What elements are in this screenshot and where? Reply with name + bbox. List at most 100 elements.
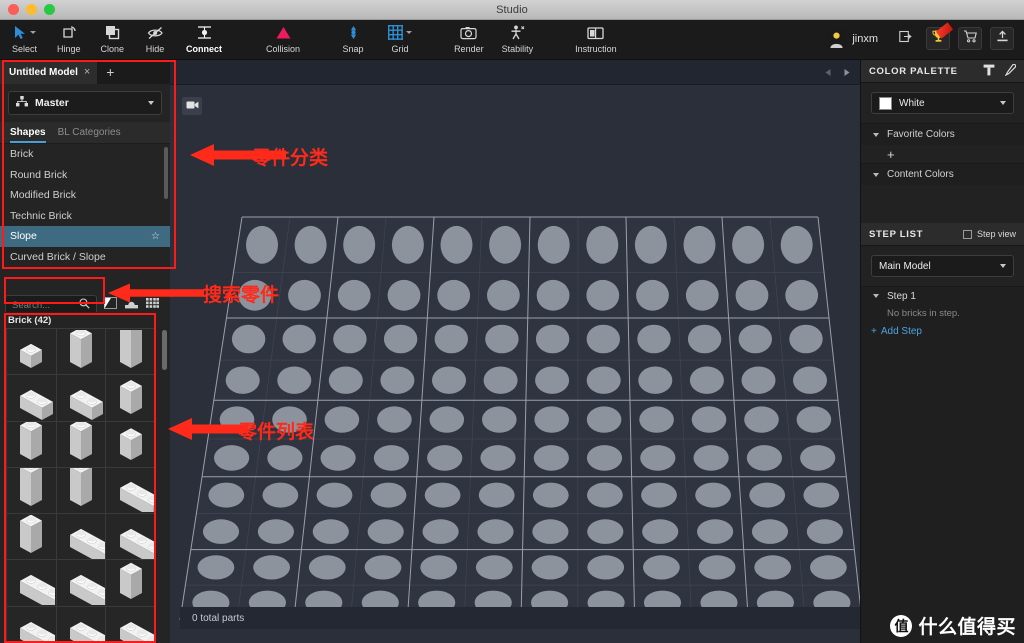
user-name: jinxm: [852, 32, 878, 45]
part-thumbnail[interactable]: [106, 375, 155, 421]
toolbar-item-snap[interactable]: Snap: [336, 20, 370, 60]
chevron-down-icon[interactable]: [873, 294, 879, 298]
share-icon: [899, 30, 913, 48]
chevron-down-icon[interactable]: [873, 172, 879, 177]
category-item-brick[interactable]: Brick: [0, 144, 170, 165]
toolbar-item-render[interactable]: Render: [448, 20, 490, 60]
group-favorite-colors[interactable]: Favorite Colors: [861, 123, 1024, 145]
paint-bucket-icon[interactable]: [983, 64, 995, 79]
clone-icon: [105, 23, 120, 42]
category-label: Technic Brick: [10, 209, 72, 222]
toolbar-item-grid[interactable]: Grid: [382, 20, 418, 60]
chevron-down-icon[interactable]: [29, 31, 36, 34]
part-thumbnail[interactable]: [7, 467, 56, 513]
model-selector[interactable]: Main Model: [871, 255, 1014, 277]
part-thumbnail[interactable]: [56, 467, 106, 513]
favorite-colors-body: +: [861, 145, 1024, 163]
camera-view-icon: [186, 97, 199, 115]
part-thumbnail[interactable]: [7, 421, 56, 467]
chevron-down-icon[interactable]: [148, 101, 154, 105]
prev-arrow-icon[interactable]: [820, 64, 836, 80]
category-item-curved-brick-slope[interactable]: Curved Brick / Slope: [0, 247, 170, 268]
part-thumbnail[interactable]: [106, 606, 155, 642]
part-thumbnail[interactable]: [56, 606, 106, 642]
parts-grid[interactable]: [6, 328, 156, 643]
step-item-1[interactable]: Step 1: [861, 286, 1024, 305]
toolbar-item-collision[interactable]: Collision: [260, 20, 306, 60]
color-swatch: [879, 96, 892, 110]
part-thumbnail[interactable]: [106, 514, 155, 560]
camera-icon: [460, 23, 477, 42]
category-item-round-brick[interactable]: Round Brick: [0, 165, 170, 186]
step-list-header: STEP LIST Step view: [861, 223, 1024, 246]
toolbar-label: Grid: [391, 44, 409, 54]
search-input[interactable]: [12, 299, 75, 311]
group-label: Content Colors: [887, 169, 954, 180]
share-button[interactable]: [894, 27, 918, 50]
part-thumbnail[interactable]: [56, 375, 106, 421]
toolbar-label: Hinge: [57, 44, 81, 54]
toolbar-item-hinge[interactable]: Hinge: [51, 20, 87, 60]
chevron-down-icon[interactable]: [406, 31, 413, 34]
chevron-down-icon[interactable]: [1000, 264, 1006, 268]
grid-icon: [388, 23, 413, 42]
master-selector[interactable]: Master: [8, 91, 162, 115]
part-thumbnail[interactable]: [56, 560, 106, 606]
part-thumbnail[interactable]: [56, 421, 106, 467]
color-palette-tools: [983, 63, 1017, 79]
parts-scrollbar[interactable]: [162, 330, 167, 370]
part-thumbnail[interactable]: [106, 421, 155, 467]
tab-bl-categories[interactable]: BL Categories: [58, 127, 121, 143]
category-item-modified-brick[interactable]: Modified Brick: [0, 185, 170, 206]
eyedropper-icon[interactable]: [1004, 63, 1017, 79]
toolbar-item-select[interactable]: Select: [6, 20, 43, 60]
close-icon[interactable]: ×: [84, 66, 90, 78]
part-thumbnail[interactable]: [106, 560, 155, 606]
master-selector-value: Master: [35, 97, 69, 109]
chevron-down-icon[interactable]: [873, 132, 879, 137]
part-thumbnail[interactable]: [56, 514, 106, 560]
camera-view-button[interactable]: [182, 97, 202, 115]
category-label: Round Brick: [10, 168, 68, 181]
part-thumbnail[interactable]: [7, 375, 56, 421]
toolbar-item-instruction[interactable]: Instruction: [569, 20, 623, 60]
tab-shapes[interactable]: Shapes: [10, 127, 46, 143]
part-thumbnail[interactable]: [7, 606, 56, 642]
trophy-button[interactable]: [926, 22, 954, 50]
part-thumbnail[interactable]: [7, 560, 56, 606]
part-thumbnail[interactable]: [7, 514, 56, 560]
part-thumbnail[interactable]: [106, 467, 155, 513]
annotation-arrow-parts-list: [168, 418, 248, 440]
total-parts-label: 0 total parts: [192, 612, 245, 624]
toolbar-item-stability[interactable]: Stability: [496, 20, 540, 60]
category-label: Brick: [10, 148, 34, 161]
toolbar-label: Hide: [145, 44, 165, 54]
add-step-button[interactable]: + Add Step: [861, 322, 1024, 340]
new-model-tab-button[interactable]: +: [97, 60, 123, 84]
annotation-label-categories: 零件分类: [252, 147, 329, 169]
toolbar-item-clone[interactable]: Clone: [95, 20, 131, 60]
favorite-star-icon[interactable]: ☆: [151, 231, 160, 242]
main-toolbar: Select Hinge Clone Hide Connect Collisio…: [0, 20, 1024, 60]
toolbar-item-hide[interactable]: Hide: [138, 20, 172, 60]
user-chip[interactable]: jinxm: [827, 29, 878, 48]
category-item-technic-brick[interactable]: Technic Brick: [0, 206, 170, 227]
part-thumbnail[interactable]: [56, 329, 106, 375]
group-content-colors[interactable]: Content Colors: [861, 163, 1024, 185]
toolbar-label: Stability: [501, 44, 534, 54]
next-arrow-icon[interactable]: [838, 64, 854, 80]
add-favorite-color-button[interactable]: +: [887, 148, 895, 161]
content-colors-body: [861, 185, 1024, 223]
selected-color-selector[interactable]: White: [871, 92, 1014, 114]
upload-button[interactable]: [990, 27, 1014, 50]
cart-button[interactable]: [958, 27, 982, 50]
toolbar-item-connect[interactable]: Connect: [180, 20, 228, 60]
category-item-slope[interactable]: Slope ☆: [0, 226, 170, 247]
part-thumbnail[interactable]: [7, 329, 56, 375]
category-scrollbar[interactable]: [164, 147, 168, 199]
model-tab-untitled[interactable]: Untitled Model ×: [0, 60, 98, 84]
part-thumbnail[interactable]: [106, 329, 155, 375]
step-view-toggle[interactable]: Step view: [962, 229, 1016, 239]
chevron-down-icon[interactable]: [1000, 101, 1006, 105]
step-view-checkbox[interactable]: [962, 229, 972, 239]
